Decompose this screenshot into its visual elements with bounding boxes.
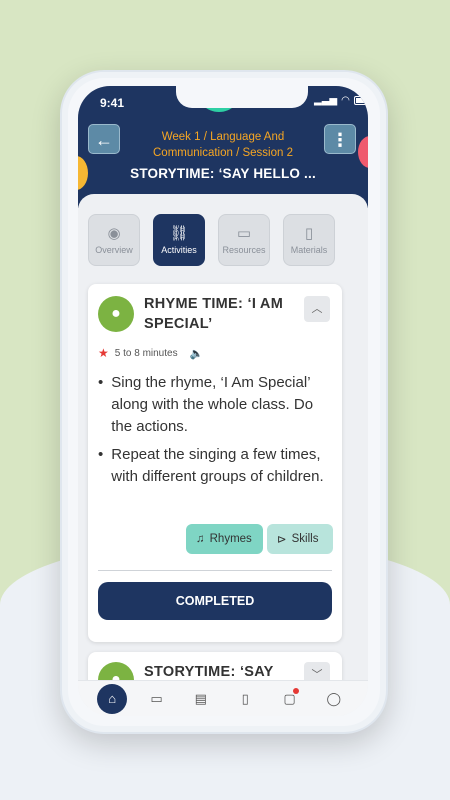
kebab-menu-icon: ⋮ bbox=[331, 130, 349, 150]
list-item: • Repeat the singing a few times, with d… bbox=[98, 444, 338, 488]
speaker-icon[interactable]: 🔈 bbox=[190, 347, 204, 360]
bullet-dot: • bbox=[98, 374, 104, 391]
document-icon: ▯ bbox=[304, 224, 314, 242]
activity-title-line-2: SPECIAL’ bbox=[144, 316, 213, 332]
battery-icon bbox=[353, 96, 368, 105]
activity-title-line-1: RHYME TIME: ‘I AM bbox=[144, 296, 284, 312]
status-icons: ▂▃▅ ◠ bbox=[314, 95, 368, 106]
collapse-button[interactable]: ︿ bbox=[304, 296, 330, 322]
breadcrumb-line-2: Communication / Session 2 bbox=[153, 147, 293, 159]
breadcrumb: Week 1 / Language And Communication / Se… bbox=[130, 129, 316, 161]
breadcrumb-line-1: Week 1 / Language And bbox=[161, 131, 285, 143]
header: 9:41 ▂▃▅ ◠ ← Week 1 / Language And Commu… bbox=[78, 86, 368, 208]
activity-meta: ★ 5 to 8 minutes 🔈 bbox=[98, 346, 203, 360]
decorative-circle-yellow bbox=[78, 156, 88, 190]
user-icon: ◯ bbox=[326, 690, 342, 706]
list-item: • Sing the rhyme, ‘I Am Special’ along w… bbox=[98, 372, 338, 438]
folder-icon: ▭ bbox=[236, 224, 252, 242]
music-note-icon: ♫ bbox=[196, 533, 205, 545]
nav-folder[interactable]: ▭ bbox=[141, 684, 171, 714]
tab-materials-label: Materials bbox=[290, 244, 328, 255]
nav-cards[interactable]: ▤ bbox=[186, 684, 216, 714]
arrow-left-icon: ← bbox=[95, 130, 113, 150]
page-title: STORYTIME: ‘SAY HELLO ... bbox=[130, 166, 316, 181]
nav-home[interactable]: ⌂ bbox=[97, 683, 128, 714]
back-button[interactable]: ← bbox=[88, 124, 120, 154]
group-icon: ● bbox=[98, 296, 134, 332]
decorative-circle-pink bbox=[358, 136, 368, 168]
list-item-text: Sing the rhyme, ‘I Am Special’ along wit… bbox=[111, 374, 314, 435]
more-options-button[interactable]: ⋮ bbox=[324, 124, 356, 154]
completed-button[interactable]: COMPLETED bbox=[98, 582, 332, 620]
tag-icon: ⊳ bbox=[277, 534, 287, 546]
tab-activities-label: Activities bbox=[161, 244, 197, 255]
star-icon: ★ bbox=[98, 346, 109, 360]
chevron-up-icon: ︿ bbox=[311, 303, 323, 315]
tag-chips: ♫ Rhymes ⊳ Skills bbox=[186, 524, 333, 554]
document-icon: ▯ bbox=[241, 690, 249, 706]
divider bbox=[98, 570, 332, 571]
nav-document[interactable]: ▯ bbox=[230, 684, 260, 714]
link-icon: ⛓ bbox=[169, 224, 189, 242]
tab-activities[interactable]: ⛓ Activities bbox=[153, 214, 205, 266]
folder-icon: ▭ bbox=[150, 690, 163, 706]
tab-overview[interactable]: ◉ Overview bbox=[88, 214, 140, 266]
skills-chip-label: Skills bbox=[291, 533, 319, 545]
tab-bar: ◉ Overview ⛓ Activities ▭ Resources ▯ Ma… bbox=[88, 214, 335, 266]
rhymes-chip-label: Rhymes bbox=[209, 533, 252, 545]
status-time: 9:41 bbox=[100, 96, 125, 110]
tab-resources[interactable]: ▭ Resources bbox=[218, 214, 270, 266]
list-item-text: Repeat the singing a few times, with dif… bbox=[111, 446, 324, 485]
duration-text: 5 to 8 minutes bbox=[114, 347, 178, 359]
activity-title: RHYME TIME: ‘I AM SPECIAL’ bbox=[144, 294, 294, 334]
bottom-navigation: ⌂ ▭ ▤ ▯ ▢ ◯ bbox=[78, 680, 368, 716]
second-activity-title: STORYTIME: ‘SAY bbox=[144, 664, 274, 680]
bullet-dot: • bbox=[98, 446, 104, 463]
tab-overview-label: Overview bbox=[95, 244, 133, 255]
notification-badge bbox=[293, 687, 300, 694]
home-icon: ⌂ bbox=[108, 691, 117, 706]
activity-card: ● RHYME TIME: ‘I AM SPECIAL’ ︿ ★ 5 to 8 … bbox=[88, 284, 342, 642]
signal-icon: ▂▃▅ bbox=[314, 95, 338, 106]
activity-steps: • Sing the rhyme, ‘I Am Special’ along w… bbox=[98, 372, 338, 494]
nav-profile[interactable]: ◯ bbox=[319, 684, 349, 714]
skills-chip[interactable]: ⊳ Skills bbox=[267, 524, 333, 554]
tab-materials[interactable]: ▯ Materials bbox=[283, 214, 335, 266]
rhymes-chip[interactable]: ♫ Rhymes bbox=[186, 524, 263, 554]
nav-chat[interactable]: ▢ bbox=[274, 684, 304, 714]
content-area: ◉ Overview ⛓ Activities ▭ Resources ▯ Ma… bbox=[78, 194, 368, 716]
tab-resources-label: Resources bbox=[222, 244, 266, 255]
phone-notch bbox=[176, 86, 308, 108]
wifi-icon: ◠ bbox=[341, 95, 350, 106]
eye-icon: ◉ bbox=[107, 224, 121, 242]
phone-screen: 9:41 ▂▃▅ ◠ ← Week 1 / Language And Commu… bbox=[78, 86, 368, 716]
cards-icon: ▤ bbox=[194, 690, 207, 706]
